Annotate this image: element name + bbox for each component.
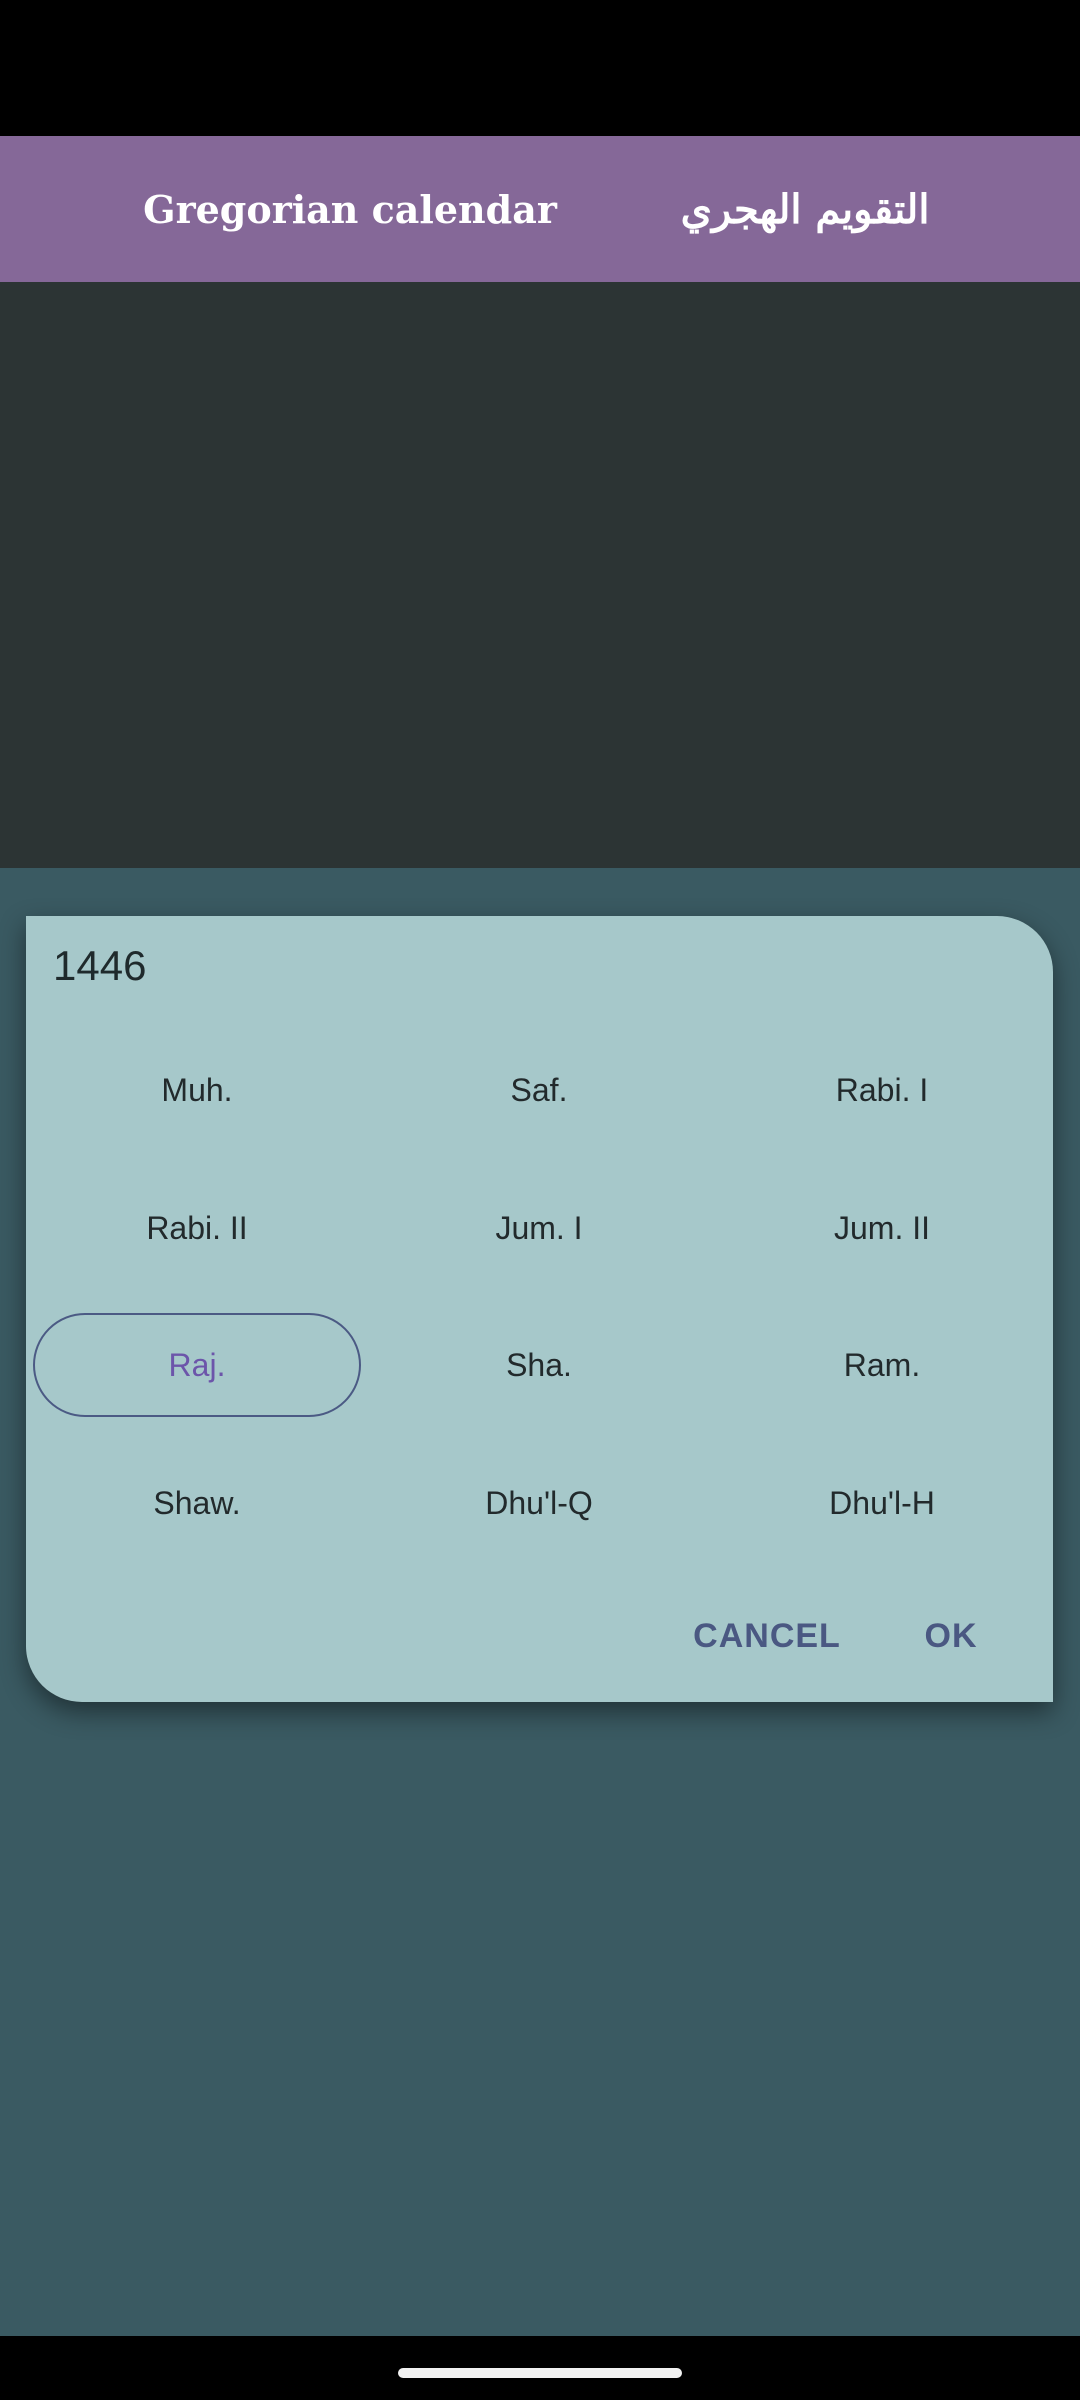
home-handle-icon[interactable]: [398, 2368, 682, 2378]
year-selector[interactable]: 1446: [53, 942, 146, 990]
month-option-safar[interactable]: Saf.: [375, 1038, 703, 1142]
month-option-muharram[interactable]: Muh.: [33, 1038, 361, 1142]
month-option-rajab-selected[interactable]: Raj.: [33, 1313, 361, 1417]
cancel-button[interactable]: CANCEL: [652, 1607, 882, 1665]
month-option-rabi-2[interactable]: Rabi. II: [33, 1176, 361, 1280]
tab-hijri-calendar[interactable]: التقويم الهجري: [640, 136, 970, 282]
month-option-shaban[interactable]: Sha.: [375, 1313, 703, 1417]
tab-gregorian-calendar[interactable]: Gregorian calendar: [120, 136, 580, 282]
calendar-content: [0, 282, 1080, 868]
month-option-dhul-qadah[interactable]: Dhu'l-Q: [375, 1451, 703, 1555]
status-bar: [0, 0, 1080, 136]
month-option-jumada-1[interactable]: Jum. I: [375, 1176, 703, 1280]
month-option-ramadan[interactable]: Ram.: [718, 1313, 1046, 1417]
navigation-bar: [0, 2336, 1080, 2400]
month-option-jumada-2[interactable]: Jum. II: [718, 1176, 1046, 1280]
month-option-dhul-hijjah[interactable]: Dhu'l-H: [718, 1451, 1046, 1555]
ok-button[interactable]: OK: [896, 1607, 1006, 1665]
month-option-shawwal[interactable]: Shaw.: [33, 1451, 361, 1555]
month-option-rabi-1[interactable]: Rabi. I: [718, 1038, 1046, 1142]
month-picker-dialog: 1446 Muh. Saf. Rabi. I Rabi. II Jum. I J…: [26, 916, 1053, 1702]
app-bar: Gregorian calendar التقويم الهجري: [0, 136, 1080, 282]
